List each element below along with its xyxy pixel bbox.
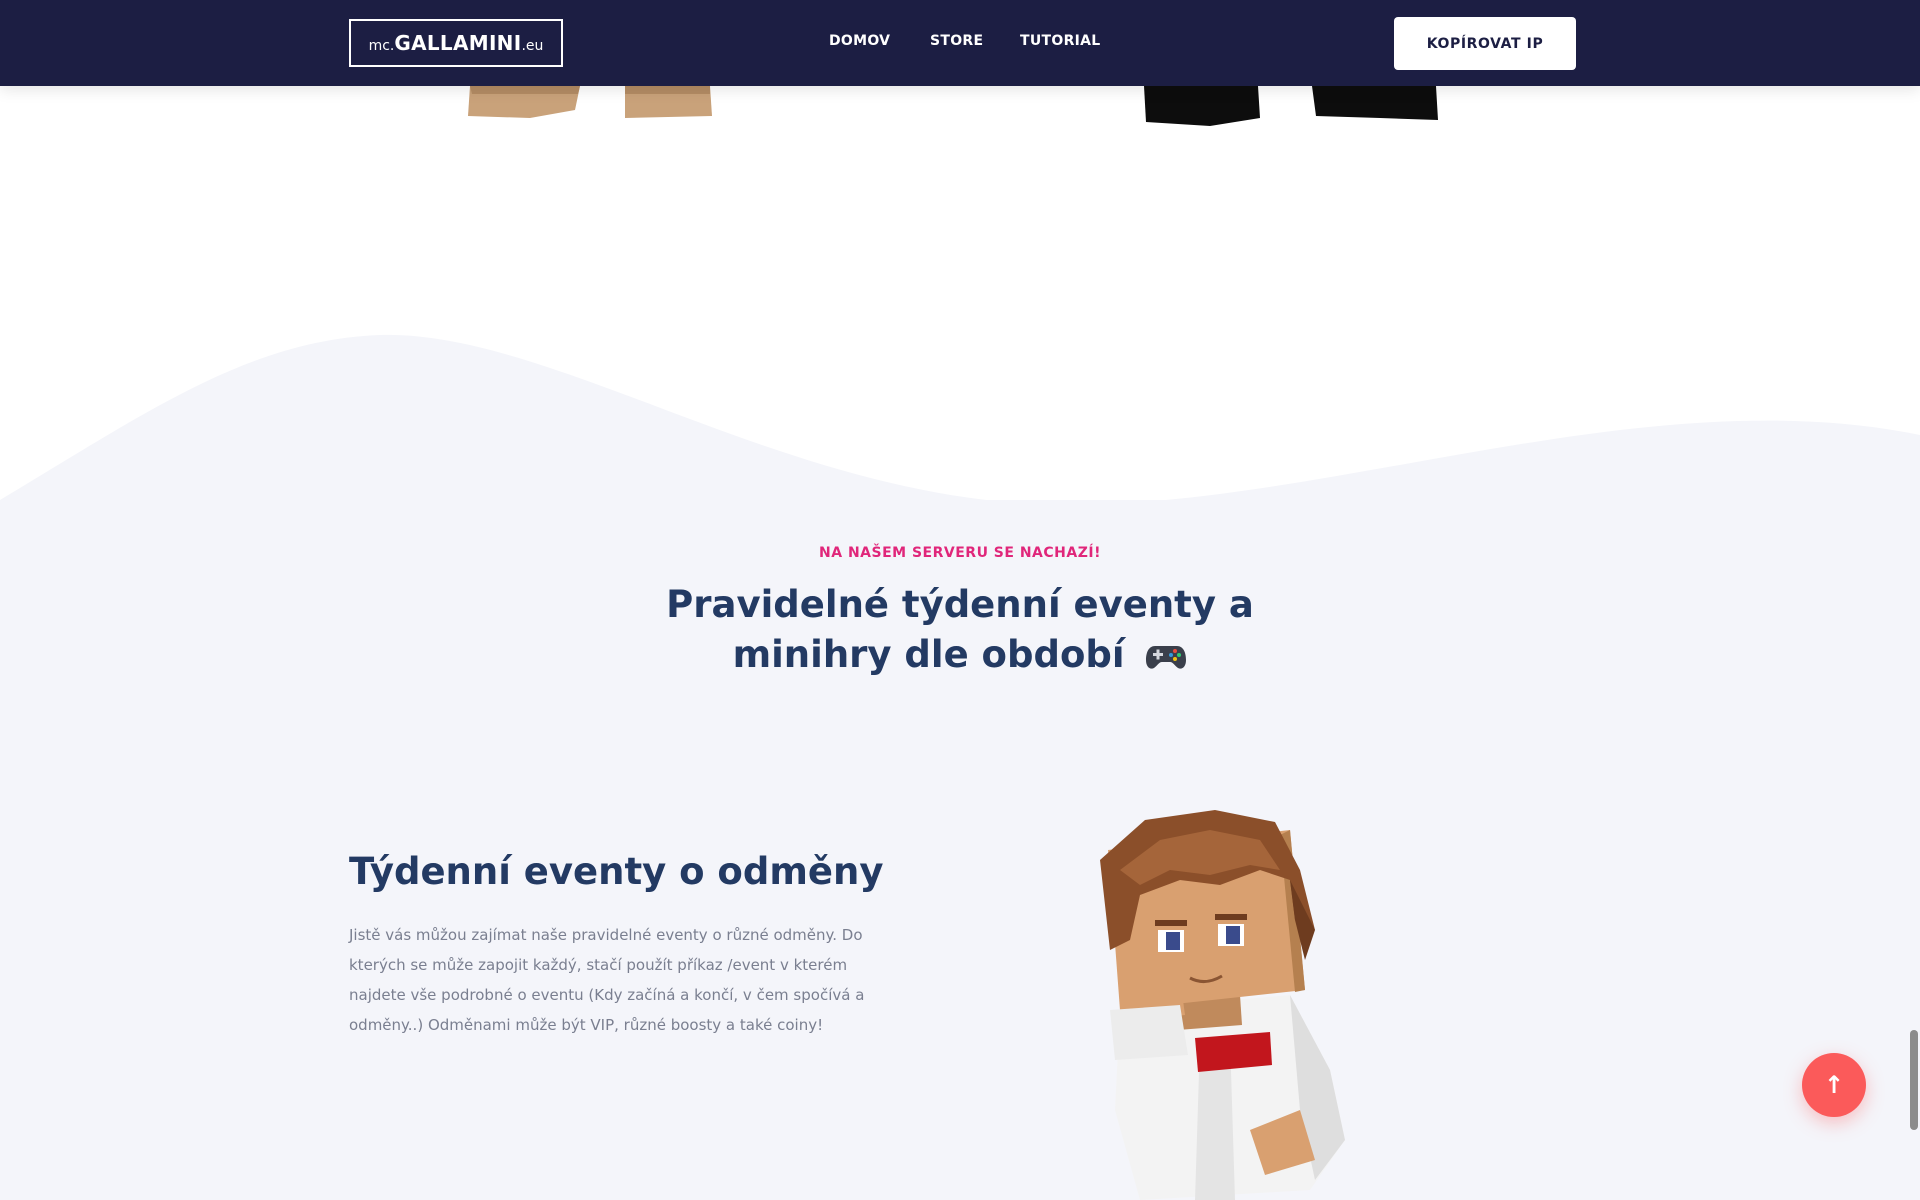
nav-link-store[interactable]: STORE [930, 33, 983, 49]
scrollbar-thumb[interactable] [1910, 1030, 1918, 1130]
section-wave [0, 334, 1920, 520]
section-eyebrow: NA NAŠEM SERVERU SE NACHAZÍ! [819, 545, 1101, 561]
feature-description: Jistě vás můžou zajímat naše pravidelné … [349, 926, 865, 1034]
logo-prefix: mc. [368, 38, 395, 54]
scroll-to-top-button[interactable]: ↑ [1802, 1053, 1866, 1117]
feature-title: Týdenní eventy o odměny [349, 850, 884, 893]
scrollbar-track[interactable] [1906, 0, 1920, 1200]
nav-link-tutorial[interactable]: TUTORIAL [1020, 33, 1101, 49]
character-feet-right [1144, 86, 1438, 126]
copy-ip-button[interactable]: KOPÍROVAT IP [1394, 17, 1576, 70]
section-title: Pravidelné týdenní eventy a minihry dle … [640, 580, 1280, 680]
minecraft-character-image [1100, 810, 1345, 1200]
logo-main: GALLAMINI [394, 31, 522, 55]
nav-link-domov[interactable]: DOMOV [829, 33, 890, 49]
character-feet-left [468, 86, 712, 118]
page: mc. GALLAMINI .eu DOMOV STORE TUTORIAL K… [0, 0, 1920, 1200]
logo[interactable]: mc. GALLAMINI .eu [349, 19, 563, 67]
site-header: mc. GALLAMINI .eu DOMOV STORE TUTORIAL K… [0, 0, 1920, 86]
arrow-up-icon: ↑ [1823, 1071, 1845, 1099]
logo-suffix: .eu [521, 38, 544, 54]
gamepad-icon [1146, 645, 1187, 669]
